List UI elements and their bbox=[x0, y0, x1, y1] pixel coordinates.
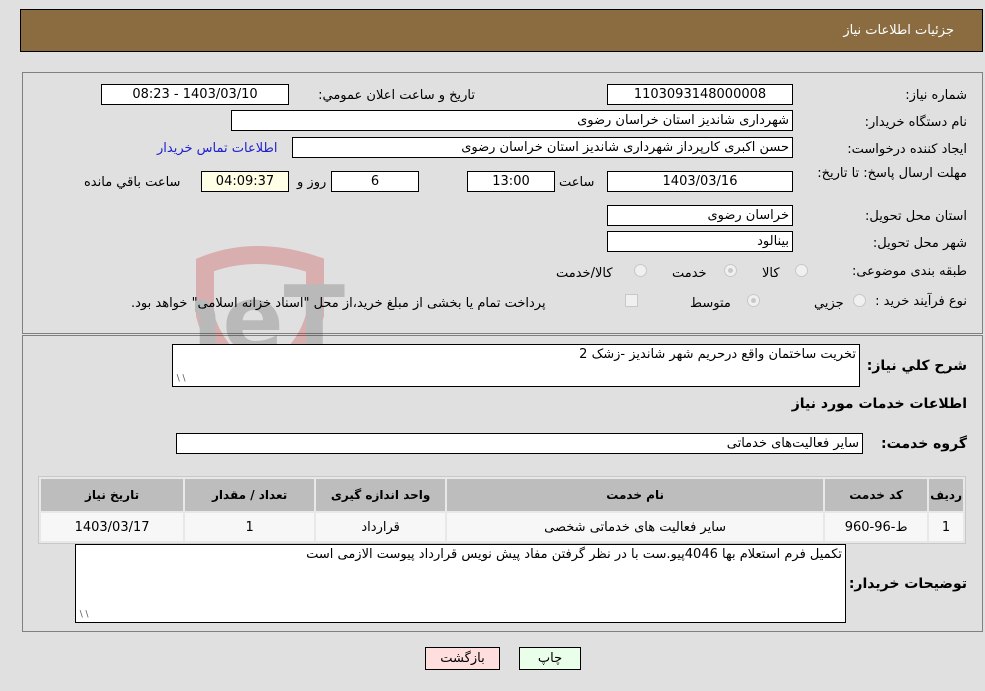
province-field: خراسان رضوی bbox=[607, 205, 793, 226]
col-service-name: نام خدمت bbox=[445, 477, 826, 513]
back-button[interactable]: بازگشت bbox=[425, 647, 500, 670]
resize-grip-icon[interactable]: ∖∖ bbox=[78, 610, 89, 620]
process-medium-label: متوسط bbox=[690, 296, 731, 311]
buyer-notes-label: توضيحات خريدار: bbox=[848, 576, 967, 592]
creator-label: ايجاد کننده درخواست: bbox=[847, 142, 967, 157]
cell-service-name: ساير فعاليت های خدماتی شخصی bbox=[445, 511, 826, 543]
col-row-number: رديف bbox=[927, 477, 965, 513]
announce-label: تاريخ و ساعت اعلان عمومي: bbox=[318, 88, 475, 103]
days-label: روز و bbox=[297, 175, 327, 190]
service-group-field: ساير فعاليت‌های خدماتی bbox=[176, 433, 863, 454]
buyer-notes-textarea[interactable]: تکميل فرم استعلام بها 4046پيو.ست با در ن… bbox=[75, 544, 846, 623]
deadline-time-label: ساعت bbox=[559, 175, 595, 190]
col-unit: واحد اندازه گيری bbox=[314, 477, 448, 513]
city-label: شهر محل تحويل: bbox=[872, 236, 967, 251]
cell-service-code: ط-96-960 bbox=[823, 511, 930, 543]
col-service-code: کد خدمت bbox=[823, 477, 930, 513]
category-radio-goods-service[interactable] bbox=[634, 264, 647, 277]
buyer-org-field: شهرداری شانديز استان خراسان رضوی bbox=[231, 110, 793, 131]
buyer-org-label: نام دستگاه خريدار: bbox=[864, 115, 967, 130]
table-header-row: رديف کد خدمت نام خدمت واحد اندازه گيری ت… bbox=[38, 477, 965, 513]
services-section-title: اطلاعات خدمات مورد نياز bbox=[791, 396, 967, 412]
col-need-date: تاريخ نياز bbox=[38, 477, 186, 513]
service-group-label: گروه خدمت: bbox=[881, 436, 967, 452]
process-radio-medium[interactable] bbox=[747, 294, 760, 307]
print-button[interactable]: چاپ bbox=[519, 647, 581, 670]
process-radio-minor[interactable] bbox=[853, 294, 866, 307]
city-field: بينالود bbox=[607, 231, 793, 252]
category-radio-goods[interactable] bbox=[795, 264, 808, 277]
announce-field: 1403/03/10 - 08:23 bbox=[101, 84, 289, 105]
creator-field: حسن اکبری کارپرداز شهرداری شانديز استان … bbox=[292, 137, 793, 158]
category-goods-label: کالا bbox=[762, 266, 780, 281]
category-goods-service-label: کالا/خدمت bbox=[556, 266, 613, 281]
category-label: طبقه بندی موضوعی: bbox=[851, 264, 967, 279]
days-field: 6 bbox=[331, 171, 419, 192]
treasury-checkbox[interactable] bbox=[625, 294, 638, 307]
resize-grip-icon[interactable]: ∖∖ bbox=[175, 374, 186, 384]
description-text: تخريت ساختمان واقع درحريم شهر شانديز -زش… bbox=[579, 347, 856, 362]
process-label: نوع فرآيند خريد : bbox=[875, 294, 967, 309]
cell-row-number: 1 bbox=[927, 511, 965, 543]
need-number-field: 1103093148000008 bbox=[607, 84, 793, 105]
col-quantity: تعداد / مقدار bbox=[183, 477, 317, 513]
cell-quantity: 1 bbox=[183, 511, 317, 543]
treasury-note: پرداخت تمام يا بخشی از مبلغ خريد،از محل … bbox=[131, 296, 546, 311]
table-row: 1 ط-96-960 ساير فعاليت های خدماتی شخصی ق… bbox=[38, 511, 965, 543]
deadline-date-field: 1403/03/16 bbox=[607, 171, 793, 192]
category-service-label: خدمت bbox=[672, 266, 707, 281]
remaining-label: ساعت باقي مانده bbox=[84, 175, 181, 190]
cell-unit: قرارداد bbox=[314, 511, 448, 543]
deadline-time-field: 13:00 bbox=[467, 171, 555, 192]
remaining-time-field: 04:09:37 bbox=[201, 171, 289, 192]
page-title: جزئيات اطلاعات نياز bbox=[843, 23, 954, 38]
buyer-notes-text: تکميل فرم استعلام بها 4046پيو.ست با در ن… bbox=[306, 547, 842, 562]
description-label: شرح کلي نياز: bbox=[866, 358, 967, 374]
deadline-label: مهلت ارسال پاسخ: تا تاريخ: bbox=[817, 166, 967, 181]
page-header: جزئيات اطلاعات نياز bbox=[20, 9, 983, 52]
cell-need-date: 1403/03/17 bbox=[38, 511, 186, 543]
province-label: استان محل تحويل: bbox=[865, 209, 967, 224]
services-table: رديف کد خدمت نام خدمت واحد اندازه گيری ت… bbox=[38, 476, 966, 544]
description-textarea[interactable]: تخريت ساختمان واقع درحريم شهر شانديز -زش… bbox=[172, 344, 860, 387]
buyer-contact-link[interactable]: اطلاعات تماس خريدار bbox=[157, 141, 277, 156]
process-minor-label: جزيي bbox=[814, 296, 844, 311]
need-number-label: شماره نياز: bbox=[905, 88, 967, 103]
category-radio-service[interactable] bbox=[724, 264, 737, 277]
